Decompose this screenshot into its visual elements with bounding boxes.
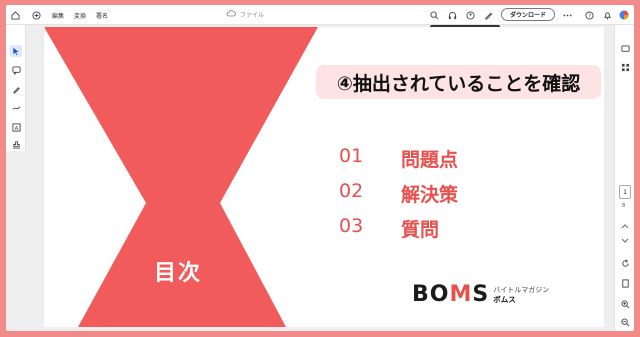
thumbnails-icon[interactable]: [619, 61, 631, 73]
stamp-icon[interactable]: [10, 138, 22, 150]
more-icon[interactable]: [562, 10, 572, 20]
file-name-area[interactable]: ファイル: [226, 10, 264, 19]
agenda-number: 01: [339, 145, 364, 167]
text-tool-icon[interactable]: A: [10, 121, 22, 133]
boms-subtitle: バイトルマガジン ボムス: [493, 285, 549, 305]
menu-sign[interactable]: 署名: [96, 11, 108, 20]
cloud-icon: [226, 10, 236, 19]
right-rail: 1 8: [614, 25, 634, 331]
zoom-out-icon[interactable]: [619, 316, 631, 328]
bell-icon[interactable]: [602, 10, 612, 20]
pen-icon[interactable]: [483, 10, 493, 20]
share-comment-icon[interactable]: [465, 10, 475, 20]
menu-edit[interactable]: 編集: [52, 11, 64, 20]
boms-logo: BOMS バイトルマガジン ボムス: [412, 282, 549, 307]
chevron-down-icon[interactable]: [619, 235, 631, 247]
svg-text:A: A: [14, 125, 18, 131]
instruction-banner: ④抽出されていることを確認: [316, 65, 601, 99]
freehand-icon[interactable]: [10, 102, 22, 114]
agenda-number: 02: [339, 180, 364, 202]
boms-jp: ボムス: [493, 294, 516, 304]
file-name: ファイル: [240, 12, 265, 19]
select-tool-icon[interactable]: [10, 45, 22, 57]
menu-convert[interactable]: 変換: [74, 11, 86, 20]
agenda-label: 質問: [401, 219, 440, 241]
add-comment-icon[interactable]: [10, 64, 22, 76]
svg-text:?: ?: [588, 13, 591, 19]
download-button[interactable]: ダウンロード: [501, 8, 555, 21]
left-tool-rail: A: [6, 25, 26, 151]
comment-panel-icon[interactable]: [619, 43, 631, 55]
pdf-viewer-window: 編集 変換 署名 ファイル ダウンロード ? A 1 8 目次 ④抽出されている…: [6, 5, 634, 331]
zoom-in-icon[interactable]: [619, 298, 631, 310]
toc-title: 目次: [154, 261, 203, 286]
agenda-number: 03: [339, 215, 364, 237]
page-fit-icon[interactable]: [619, 277, 631, 289]
rotate-icon[interactable]: [619, 257, 631, 269]
plus-circle-icon[interactable]: [31, 10, 41, 20]
avatar[interactable]: [619, 10, 629, 20]
agenda-label: 解決策: [401, 184, 459, 206]
headphones-icon[interactable]: [447, 10, 457, 20]
help-icon[interactable]: ?: [584, 10, 594, 20]
boms-wordmark: BOMS: [412, 282, 490, 307]
home-icon[interactable]: [10, 10, 20, 20]
boms-kana: バイトルマガジン: [493, 285, 550, 294]
draw-icon[interactable]: [10, 83, 22, 95]
agenda-label: 問題点: [401, 149, 459, 171]
chevron-up-icon[interactable]: [619, 220, 631, 232]
top-toolbar: 編集 変換 署名 ファイル ダウンロード ?: [6, 5, 634, 25]
page-total: 8: [622, 203, 626, 209]
page-number-input[interactable]: 1: [619, 185, 631, 199]
search-icon[interactable]: [429, 10, 439, 20]
slide-page: 目次 ④抽出されていることを確認 01 問題点 02 解決策 03 質問 BOM…: [44, 27, 604, 327]
